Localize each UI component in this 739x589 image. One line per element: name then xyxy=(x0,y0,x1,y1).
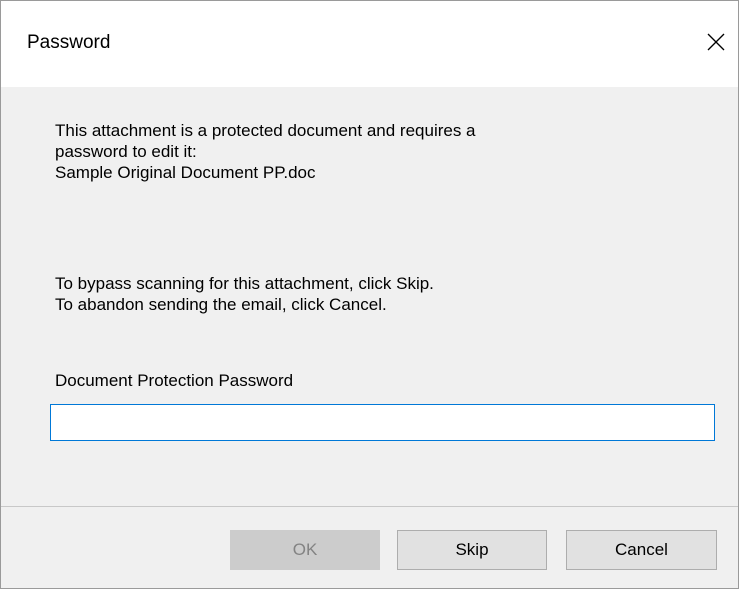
close-button[interactable] xyxy=(694,15,738,69)
instructions-message: To bypass scanning for this attachment, … xyxy=(55,273,434,315)
title-bar: Password xyxy=(1,1,738,87)
attachment-filename: Sample Original Document PP.doc xyxy=(55,163,316,182)
message-line: This attachment is a protected document … xyxy=(55,121,476,140)
password-dialog: Password This attachment is a protected … xyxy=(0,0,739,589)
message-line: To bypass scanning for this attachment, … xyxy=(55,274,434,293)
footer-divider xyxy=(1,506,738,507)
password-field-label: Document Protection Password xyxy=(55,371,294,390)
skip-button[interactable]: Skip xyxy=(397,530,547,570)
ok-button[interactable]: OK xyxy=(230,530,380,570)
password-input[interactable] xyxy=(50,404,715,441)
protected-document-message: This attachment is a protected document … xyxy=(55,120,476,183)
window-title: Password xyxy=(27,32,111,53)
message-line: To abandon sending the email, click Canc… xyxy=(55,295,387,314)
cancel-button[interactable]: Cancel xyxy=(566,530,717,570)
close-icon xyxy=(707,33,725,51)
message-line: password to edit it: xyxy=(55,142,197,161)
